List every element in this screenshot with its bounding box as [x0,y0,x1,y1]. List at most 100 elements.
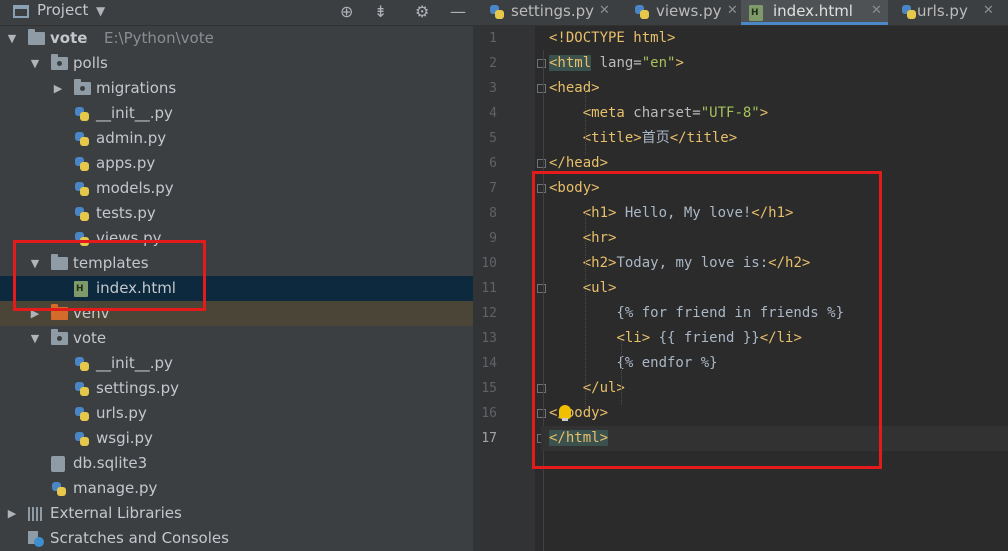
fold-marker-icon[interactable] [537,84,546,93]
package-folder-icon [51,54,68,71]
html-file-icon [749,5,763,21]
tree-item[interactable]: ▶ migrations [0,76,473,101]
close-icon[interactable]: ✕ [599,0,610,22]
tree-item-label: urls.py [96,404,147,422]
tree-item[interactable]: models.py [0,176,473,201]
expand-arrow-icon[interactable]: ▼ [6,26,18,51]
collapse-arrow-icon[interactable]: ▶ [6,501,18,526]
tree-item[interactable]: __init__.py [0,101,473,126]
expand-arrow-icon[interactable]: ▼ [29,51,41,76]
gear-icon[interactable]: ⚙ [415,2,429,22]
line-number[interactable]: 10 [473,251,497,276]
close-icon[interactable]: ✕ [727,0,738,22]
tree-item[interactable]: manage.py [0,476,473,501]
code-line[interactable]: <!DOCTYPE html> [549,26,675,51]
line-number[interactable]: 15 [473,376,497,401]
python-file-icon [74,131,91,146]
code-token: </head> [549,155,609,171]
project-view-title[interactable]: Project [37,0,88,20]
fold-marker-icon[interactable] [537,159,546,168]
tree-item-label: apps.py [96,154,156,172]
line-number[interactable]: 5 [473,126,497,151]
tab-urls-py[interactable]: urls.py ✕ [893,0,1005,25]
tree-item[interactable]: apps.py [0,151,473,176]
python-file-icon [634,4,650,20]
code-line[interactable]: <meta charset="UTF-8"> [549,101,768,126]
tree-item[interactable]: admin.py [0,126,473,151]
tree-item[interactable]: db.sqlite3 [0,451,473,476]
line-number[interactable]: 11 [473,276,497,301]
tree-item-label: External Libraries [50,504,182,522]
tree-item[interactable]: tests.py [0,201,473,226]
locate-target-icon[interactable]: ⊕ [340,2,353,22]
package-folder-icon [51,329,68,346]
line-number[interactable]: 7 [473,176,497,201]
line-number[interactable]: 16 [473,401,497,426]
tree-item-label: Scratches and Consoles [50,529,229,547]
tree-item[interactable]: ▼ vote [0,326,473,351]
close-icon[interactable]: ✕ [871,0,882,22]
tab-label: index.html [773,2,853,20]
code-token: "en" [641,55,676,71]
scratches-icon [28,531,45,547]
tree-item-label: polls [73,54,108,72]
indent-guide [585,88,586,155]
line-number[interactable]: 1 [473,26,497,51]
code-line[interactable]: <title>首页</title> [549,126,737,151]
line-number[interactable]: 14 [473,351,497,376]
tree-item-label: migrations [96,79,177,97]
collapse-arrow-icon[interactable]: ▶ [52,76,64,101]
python-file-icon [74,206,91,221]
expand-arrow-icon[interactable]: ▼ [29,326,41,351]
hide-panel-icon[interactable]: — [450,2,466,22]
tree-item[interactable]: ▶ External Libraries [0,501,473,526]
code-token: <!DOCTYPE html> [549,30,676,46]
code-token: 首页 [641,130,670,146]
tree-item-label: tests.py [96,204,156,222]
tree-item-label: settings.py [96,379,179,397]
tab-index-html[interactable]: index.html ✕ [741,0,888,25]
code-line[interactable]: <head> [549,76,600,101]
tree-item[interactable]: __init__.py [0,351,473,376]
line-number[interactable]: 13 [473,326,497,351]
fold-marker-icon[interactable] [537,59,546,68]
line-number[interactable]: 12 [473,301,497,326]
tree-item[interactable]: ▼ vote E:\Python\vote [0,26,473,51]
line-number[interactable]: 9 [473,226,497,251]
python-file-icon [51,481,68,496]
tree-item[interactable]: ▼ polls [0,51,473,76]
tab-settings-py[interactable]: settings.py ✕ [481,0,610,25]
project-panel: Project ▼ ⊕ ⇟ ⚙ — ▼ vote E:\Python\vote ▼ po… [0,0,473,551]
code-token: <title> [582,130,642,146]
line-number[interactable]: 8 [473,201,497,226]
library-icon [28,506,45,521]
tab-label: views.py [656,2,722,20]
python-file-icon [489,4,505,20]
tree-item[interactable]: wsgi.py [0,426,473,451]
close-icon[interactable]: ✕ [983,0,994,22]
tree-item[interactable]: urls.py [0,401,473,426]
tree-item[interactable]: settings.py [0,376,473,401]
code-token: <meta [582,105,625,121]
python-file-icon [74,181,91,196]
python-file-icon [74,106,91,121]
line-number[interactable]: 17 [473,426,497,451]
line-number[interactable]: 2 [473,51,497,76]
collapse-all-icon[interactable]: ⇟ [374,2,387,22]
tree-item-label: db.sqlite3 [73,454,148,472]
tree-item-label: wsgi.py [96,429,153,447]
tree-item[interactable]: Scratches and Consoles [0,526,473,551]
chevron-down-icon[interactable]: ▼ [96,1,105,21]
line-number[interactable]: 3 [473,76,497,101]
tab-label: settings.py [511,2,594,20]
python-file-icon [74,156,91,171]
line-number[interactable]: 6 [473,151,497,176]
code-token: lang= [591,55,642,71]
python-file-icon [74,431,91,446]
tree-item-label: __init__.py [96,354,173,372]
code-token: <html [549,55,592,71]
line-number[interactable]: 4 [473,101,497,126]
code-line[interactable]: <html lang="en"> [549,51,684,76]
tab-views-py[interactable]: views.py ✕ [626,0,738,25]
